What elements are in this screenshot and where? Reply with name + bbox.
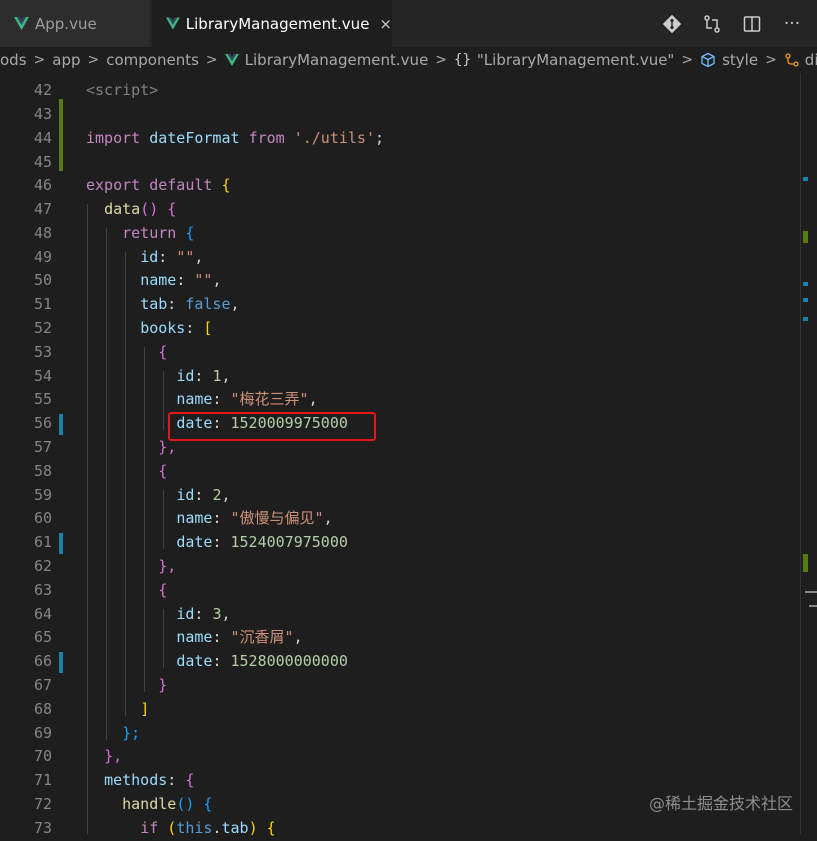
code-line: name: "沉香屑", [176,628,303,646]
code-line: name: "梅花三弄", [176,390,318,408]
chevron-right-icon: > [765,52,777,68]
code-line: }; [122,724,141,742]
breadcrumb-item[interactable]: ods [0,51,27,69]
code-line: return { [122,224,195,242]
code-line: name: "傲慢与偏见", [176,509,333,527]
vue-file-icon [224,54,239,66]
code-line: }, [158,557,177,575]
tab-app-vue[interactable]: App.vue [0,0,149,47]
code-line: <script> [86,81,159,99]
element-tag-icon [785,53,799,67]
code-line: handle() { [122,795,213,813]
code-line: }, [104,747,123,765]
editor-tab-bar: App.vue LibraryManagement.vue × ··· [0,0,817,47]
breadcrumb-item[interactable]: components [106,51,199,69]
code-line: }, [158,438,177,456]
breadcrumb-item[interactable]: app [52,51,80,69]
chevron-right-icon: > [87,52,100,68]
code-line: tab: false, [140,295,240,313]
chevron-right-icon: > [435,52,448,68]
chevron-right-icon: > [33,52,46,68]
vue-file-icon [14,17,29,30]
code-line: id: "", [140,248,204,266]
chevron-right-icon: > [205,52,218,68]
watermark: @稀土掘金技术社区 [648,794,793,813]
tab-library-management[interactable]: LibraryManagement.vue × [152,0,392,47]
code-line: { [158,462,168,480]
tab-label: App.vue [35,14,97,33]
split-editor-icon[interactable] [741,13,763,35]
code-line: ] [140,700,150,718]
braces-icon: {} [454,52,471,68]
code-line: id: 1, [176,367,231,385]
code-line: } [158,676,168,694]
breadcrumb-item-style[interactable]: style [700,51,758,69]
code-editor[interactable]: 42 43 44 45 46 47 48 49 50 51 52 53 54 55 56 57 58 59 60 61… [0,73,817,837]
breadcrumb-item-object[interactable]: {} "LibraryManagement.vue" [454,51,674,69]
code-line: { [158,343,168,361]
code-line: export default { [86,176,231,194]
close-tab-icon[interactable]: × [379,15,392,33]
code-line: id: 2, [176,486,231,504]
code-line: books: [ [140,319,213,337]
vue-file-icon [166,17,180,30]
code-line: data() { [104,200,177,218]
code-line: date: 1528000000000 [176,652,348,670]
breadcrumb: ods > app > components > LibraryManageme… [0,47,817,73]
breadcrumb-item-div[interactable]: div.bool [784,51,817,69]
code-line: name: "", [140,271,222,289]
code-line: date: 1524007975000 [176,533,348,551]
compare-changes-icon[interactable] [701,13,723,35]
breadcrumb-item-file[interactable]: LibraryManagement.vue [224,51,428,69]
code-line: if (this.tab) { [140,819,276,837]
overview-ruler[interactable] [800,73,817,834]
tab-label: LibraryManagement.vue [185,14,370,33]
editor-actions: ··· [661,0,803,47]
code-line: { [158,581,168,599]
code-area[interactable]: <script> import dateFormat from './utils… [0,73,800,837]
code-line: methods: { [104,771,195,789]
cube-icon [701,52,715,68]
more-actions-icon[interactable]: ··· [781,13,803,35]
highlight-annotation-box [168,412,376,441]
git-icon[interactable] [661,13,683,35]
chevron-right-icon: > [681,52,694,68]
code-line: import dateFormat from './utils'; [86,129,385,147]
code-line: id: 3, [176,605,231,623]
